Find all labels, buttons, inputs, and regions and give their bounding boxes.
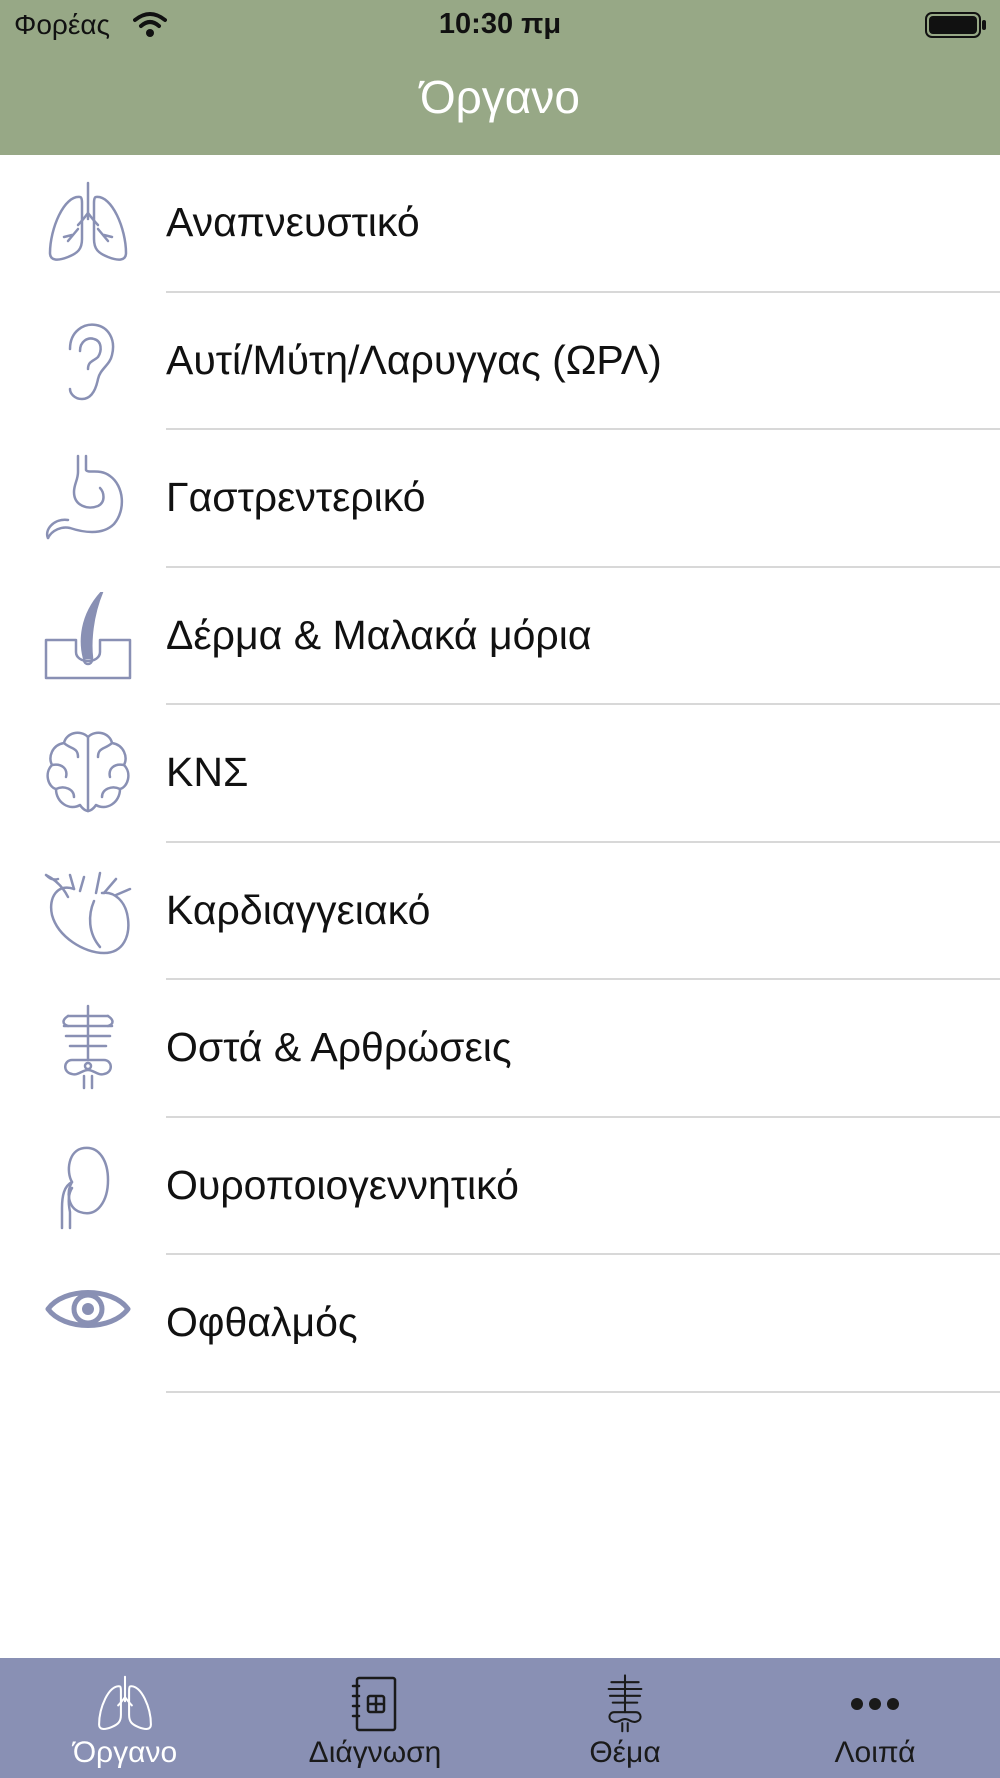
list-item-ent[interactable]: Αυτί/Μύτη/Λαρυγγας (ΩΡΛ): [0, 293, 1000, 430]
navigation-header: Φορέας 10:30 πμ Όργανο: [0, 0, 1000, 155]
list-item-label: Ουροποιογεννητικό: [166, 1161, 519, 1208]
list-item-label: Οστά & Αρθρώσεις: [166, 1024, 512, 1070]
page-title: Όργανο: [420, 71, 580, 123]
more-icon: [851, 1698, 899, 1710]
status-bar: Φορέας 10:30 πμ: [0, 0, 1000, 50]
list-item-gastro[interactable]: Γαστρεντερικό: [0, 430, 1000, 568]
organ-list: Αναπνευστικό Αυτί/Μύτη/Λαρυγγας (ΩΡΛ) Γα…: [0, 155, 1000, 1393]
tab-label: Διάγνωση: [308, 1736, 442, 1769]
list-item-urogenital[interactable]: Ουροποιογεννητικό: [0, 1118, 1000, 1255]
lungs-icon: [48, 181, 128, 261]
list-item-bones[interactable]: Οστά & Αρθρώσεις: [0, 980, 1000, 1118]
list-item-eye[interactable]: Οφθαλμός: [0, 1255, 1000, 1393]
tab-label: Θέμα: [589, 1736, 661, 1769]
skeleton-icon: [62, 1004, 114, 1090]
list-item-label: ΚΝΣ: [166, 749, 249, 795]
list-item-label: Γαστρεντερικό: [166, 474, 426, 520]
list-item-label: Αναπνευστικό: [166, 199, 420, 245]
skin-icon: [44, 591, 132, 679]
list-item-label: Οφθαλμός: [166, 1299, 358, 1345]
ear-icon: [68, 322, 115, 400]
lungs-icon: [98, 1675, 152, 1730]
skeleton-icon: [607, 1674, 643, 1733]
list-item-label: Αυτί/Μύτη/Λαρυγγας (ΩΡΛ): [166, 336, 662, 383]
list-item-label: Δέρμα & Μαλακά μόρια: [166, 611, 592, 658]
kidney-icon: [60, 1146, 110, 1229]
tab-label: Όργανο: [72, 1736, 178, 1769]
tab-bar: Όργανο Διάγνωση Θέμα Λοιπά: [0, 1658, 1000, 1778]
stomach-icon: [45, 454, 123, 540]
tab-diagnosis[interactable]: Διάγνωση: [250, 1658, 500, 1778]
status-time: 10:30 πμ: [438, 8, 562, 40]
tab-more[interactable]: Λοιπά: [750, 1658, 1000, 1778]
list-item-respiratory[interactable]: Αναπνευστικό: [0, 155, 1000, 293]
list-item-label: Καρδιαγγειακό: [166, 886, 431, 933]
heart-icon: [44, 871, 132, 954]
tab-topic[interactable]: Θέμα: [500, 1658, 750, 1778]
list-item-cns[interactable]: ΚΝΣ: [0, 705, 1000, 843]
brain-icon: [46, 731, 130, 813]
tab-organ[interactable]: Όργανο: [0, 1658, 250, 1778]
list-item-cardio[interactable]: Καρδιαγγειακό: [0, 843, 1000, 980]
tab-label: Λοιπά: [834, 1736, 916, 1769]
row-separator: [166, 1390, 1000, 1393]
medical-chart-icon: [351, 1676, 397, 1732]
eye-icon: [45, 1290, 131, 1328]
list-item-skin[interactable]: Δέρμα & Μαλακά μόρια: [0, 568, 1000, 705]
battery-icon: [925, 12, 986, 38]
